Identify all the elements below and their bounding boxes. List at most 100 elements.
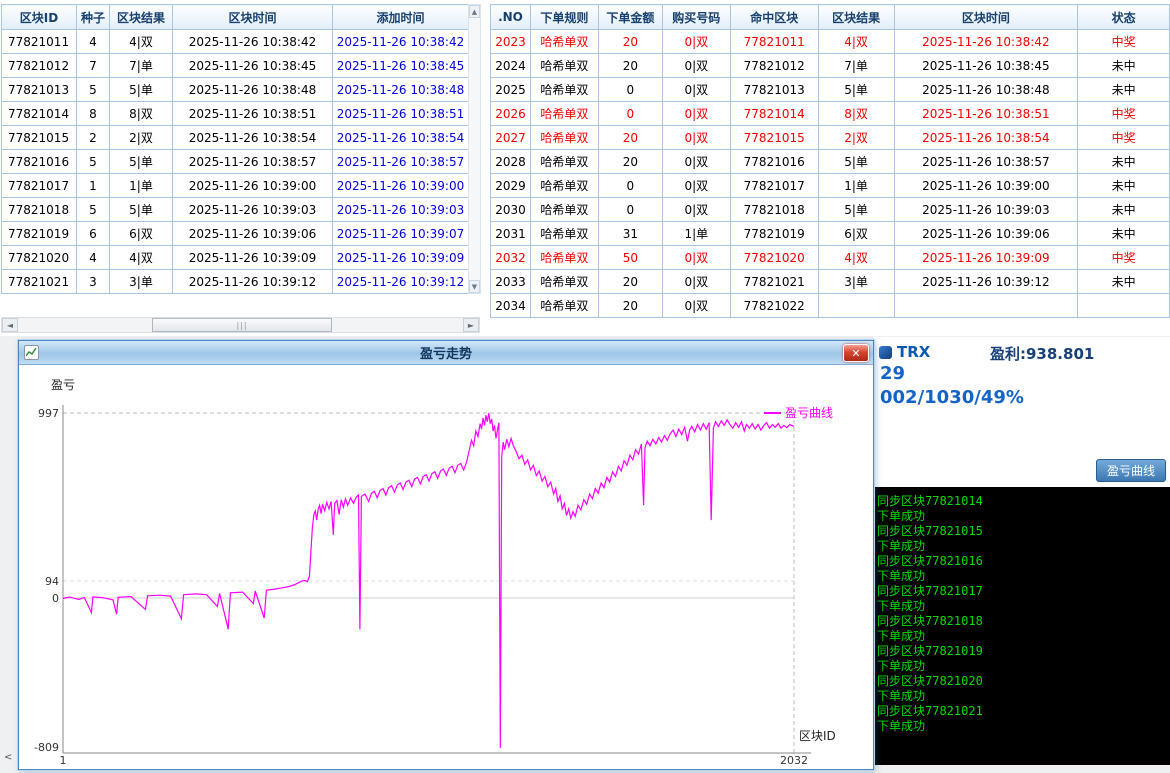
block-row[interactable]: 7782101655|单2025-11-26 10:38:572025-11-2… xyxy=(2,150,469,174)
cell-block: 77821015 xyxy=(730,126,818,150)
profit-value: 盈利:938.801 xyxy=(990,343,1094,364)
cell-time: 2025-11-26 10:39:09 xyxy=(894,246,1078,270)
window-chart-icon xyxy=(24,345,39,360)
col-header-block-time[interactable]: 区块时间 xyxy=(894,5,1078,30)
log-line: 下单成功 xyxy=(877,629,1170,644)
col-header-seed[interactable]: 种子 xyxy=(77,5,110,30)
order-row[interactable]: 2028哈希单双200|双778210165|单2025-11-26 10:38… xyxy=(491,150,1170,174)
cell-result: 5|单 xyxy=(818,150,894,174)
order-row[interactable]: 2027哈希单双200|双778210152|双2025-11-26 10:38… xyxy=(491,126,1170,150)
cell-time: 2025-11-26 10:38:48 xyxy=(894,78,1078,102)
block-row[interactable]: 7782101488|双2025-11-26 10:38:512025-11-2… xyxy=(2,102,469,126)
cell: 2025-11-26 10:38:45 xyxy=(333,54,469,78)
scroll-left-icon[interactable]: ◄ xyxy=(2,318,18,332)
col-header-number[interactable]: 购买号码 xyxy=(662,5,730,30)
log-line: 下单成功 xyxy=(877,659,1170,674)
x-axis-title: 区块ID xyxy=(799,729,836,743)
col-header-result[interactable]: 区块结果 xyxy=(818,5,894,30)
block-row[interactable]: 7782101277|单2025-11-26 10:38:452025-11-2… xyxy=(2,54,469,78)
order-row[interactable]: 2025哈希单双00|双778210135|单2025-11-26 10:38:… xyxy=(491,78,1170,102)
cell-status: 未中 xyxy=(1078,78,1170,102)
cell: 77821015 xyxy=(2,126,77,150)
block-row[interactable]: 7782102133|单2025-11-26 10:39:122025-11-2… xyxy=(2,270,469,294)
cell-no: 2032 xyxy=(491,246,531,270)
cell: 2025-11-26 10:38:54 xyxy=(333,126,469,150)
order-row[interactable]: 2031哈希单双311|单778210196|双2025-11-26 10:39… xyxy=(491,222,1170,246)
cell-no: 2025 xyxy=(491,78,531,102)
log-line: 同步区块77821015 xyxy=(877,524,1170,539)
blocks-vertical-scrollbar[interactable]: ▲ ▼ xyxy=(468,4,481,294)
order-row[interactable]: 2023哈希单双200|双778210114|双2025-11-26 10:38… xyxy=(491,30,1170,54)
cell-number: 0|双 xyxy=(662,126,730,150)
window-titlebar[interactable]: 盈亏走势 ✕ xyxy=(19,341,873,365)
scroll-down-icon[interactable]: ▼ xyxy=(469,280,480,293)
scroll-up-icon[interactable]: ▲ xyxy=(469,5,480,18)
blocks-horizontal-scrollbar[interactable]: ◄ ||| ► xyxy=(1,317,480,333)
profit-curve-button[interactable]: 盈亏曲线 xyxy=(1096,459,1166,482)
order-row[interactable]: 2024哈希单双200|双778210127|单2025-11-26 10:38… xyxy=(491,54,1170,78)
cell-result xyxy=(818,294,894,318)
cell: 4|双 xyxy=(110,246,173,270)
block-row[interactable]: 7782101855|单2025-11-26 10:39:032025-11-2… xyxy=(2,198,469,222)
cell-status: 中奖 xyxy=(1078,30,1170,54)
cell: 5 xyxy=(77,78,110,102)
cell-no: 2028 xyxy=(491,150,531,174)
close-button[interactable]: ✕ xyxy=(843,344,869,362)
col-header-add-time[interactable]: 添加时间 xyxy=(333,5,469,30)
col-header-amount[interactable]: 下单金额 xyxy=(598,5,662,30)
window-title: 盈亏走势 xyxy=(19,343,873,362)
col-header-status[interactable]: 状态 xyxy=(1078,5,1170,30)
cell-time: 2025-11-26 10:39:12 xyxy=(894,270,1078,294)
cell: 77821011 xyxy=(2,30,77,54)
col-header-block-id[interactable]: 区块ID xyxy=(2,5,77,30)
cell-status: 未中 xyxy=(1078,150,1170,174)
cell-no: 2026 xyxy=(491,102,531,126)
order-row[interactable]: 2026哈希单双00|双778210148|双2025-11-26 10:38:… xyxy=(491,102,1170,126)
cell-no: 2033 xyxy=(491,270,531,294)
cell-number: 0|双 xyxy=(662,270,730,294)
log-console[interactable]: 同步区块77821014下单成功同步区块77821015下单成功同步区块7782… xyxy=(874,487,1170,765)
block-row[interactable]: 7782101355|单2025-11-26 10:38:482025-11-2… xyxy=(2,78,469,102)
cell-block: 77821013 xyxy=(730,78,818,102)
cell-number: 0|双 xyxy=(662,150,730,174)
cell: 77821021 xyxy=(2,270,77,294)
order-row[interactable]: 2034哈希单双200|双77821022 xyxy=(491,294,1170,318)
bottom-left-scroll-corner[interactable]: < xyxy=(0,750,17,765)
cell-rule: 哈希单双 xyxy=(530,270,598,294)
block-row[interactable]: 7782101144|双2025-11-26 10:38:422025-11-2… xyxy=(2,30,469,54)
cell-amount: 0 xyxy=(598,198,662,222)
cell-time: 2025-11-26 10:39:00 xyxy=(894,174,1078,198)
order-row[interactable]: 2029哈希单双00|双778210171|单2025-11-26 10:39:… xyxy=(491,174,1170,198)
cell: 7 xyxy=(77,54,110,78)
log-line: 下单成功 xyxy=(877,569,1170,584)
cell: 77821013 xyxy=(2,78,77,102)
orders-table-body: 2023哈希单双200|双778210114|双2025-11-26 10:38… xyxy=(491,30,1170,318)
cell-number: 0|双 xyxy=(662,78,730,102)
cell: 4|双 xyxy=(110,30,173,54)
block-row[interactable]: 7782102044|双2025-11-26 10:39:092025-11-2… xyxy=(2,246,469,270)
col-header-rule[interactable]: 下单规则 xyxy=(530,5,598,30)
profit-chart-window: 盈亏走势 ✕ 盈亏 997 94 0 -809 1 2032 区块ID 盈亏曲线 xyxy=(18,340,874,770)
blocks-table-header-row: 区块ID 种子 区块结果 区块时间 添加时间 xyxy=(2,5,469,30)
col-header-result[interactable]: 区块结果 xyxy=(110,5,173,30)
cell-rule: 哈希单双 xyxy=(530,150,598,174)
order-row[interactable]: 2030哈希单双00|双778210185|单2025-11-26 10:39:… xyxy=(491,198,1170,222)
col-header-hit-block[interactable]: 命中区块 xyxy=(730,5,818,30)
block-row[interactable]: 7782101966|双2025-11-26 10:39:062025-11-2… xyxy=(2,222,469,246)
scroll-right-icon[interactable]: ► xyxy=(463,318,479,332)
block-row[interactable]: 7782101711|单2025-11-26 10:39:002025-11-2… xyxy=(2,174,469,198)
scrollbar-thumb[interactable]: ||| xyxy=(152,318,332,332)
cell: 2025-11-26 10:38:42 xyxy=(173,30,333,54)
col-header-no[interactable]: .NO xyxy=(491,5,531,30)
ytick-94: 94 xyxy=(45,575,59,588)
order-row[interactable]: 2032哈希单双500|双778210204|双2025-11-26 10:39… xyxy=(491,246,1170,270)
cell-block: 77821017 xyxy=(730,174,818,198)
cell-number: 0|双 xyxy=(662,30,730,54)
cell: 8 xyxy=(77,102,110,126)
order-row[interactable]: 2033哈希单双200|双778210213|单2025-11-26 10:39… xyxy=(491,270,1170,294)
block-row[interactable]: 7782101522|双2025-11-26 10:38:542025-11-2… xyxy=(2,126,469,150)
cell-time: 2025-11-26 10:38:45 xyxy=(894,54,1078,78)
log-line: 下单成功 xyxy=(877,719,1170,734)
cell-number: 0|双 xyxy=(662,294,730,318)
col-header-block-time[interactable]: 区块时间 xyxy=(173,5,333,30)
